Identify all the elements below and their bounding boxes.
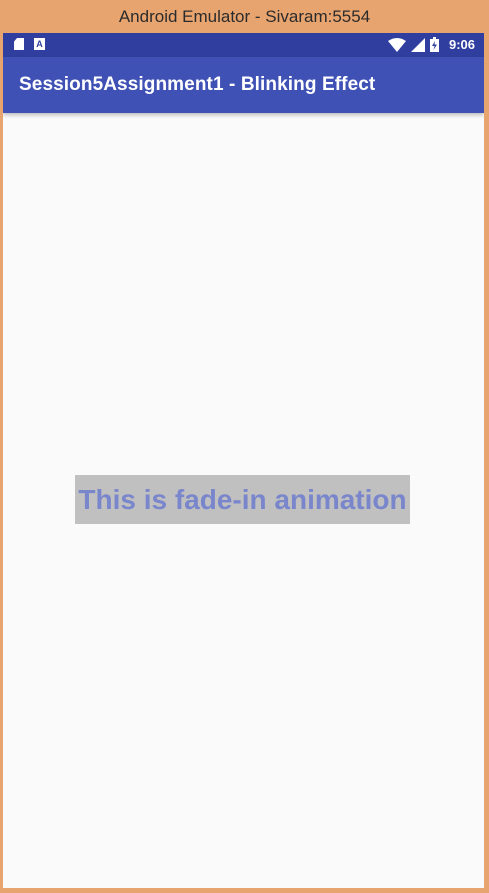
main-content: This is fade-in animation xyxy=(3,113,484,888)
window-titlebar[interactable]: Android Emulator - Sivaram:5554 xyxy=(0,0,489,33)
window-title: Android Emulator - Sivaram:5554 xyxy=(118,6,371,26)
fade-in-text: This is fade-in animation xyxy=(75,475,410,524)
signal-icon xyxy=(410,37,425,52)
emulator-window: Android Emulator - Sivaram:5554 A 9:06 S… xyxy=(0,0,489,893)
status-system-icons: 9:06 xyxy=(387,37,475,52)
wifi-icon xyxy=(387,37,406,52)
a-notification-icon: A xyxy=(34,38,45,50)
battery-icon xyxy=(429,37,439,52)
app-bar: Session5Assignment1 - Blinking Effect xyxy=(3,57,484,113)
status-clock: 9:06 xyxy=(448,37,475,52)
device-screen: A 9:06 Session5Assignment1 - Blinking Ef… xyxy=(3,33,484,888)
status-bar: A 9:06 xyxy=(3,33,484,57)
app-title: Session5Assignment1 - Blinking Effect xyxy=(19,74,376,95)
status-notifications: A xyxy=(14,38,45,50)
sd-card-icon xyxy=(14,38,24,50)
